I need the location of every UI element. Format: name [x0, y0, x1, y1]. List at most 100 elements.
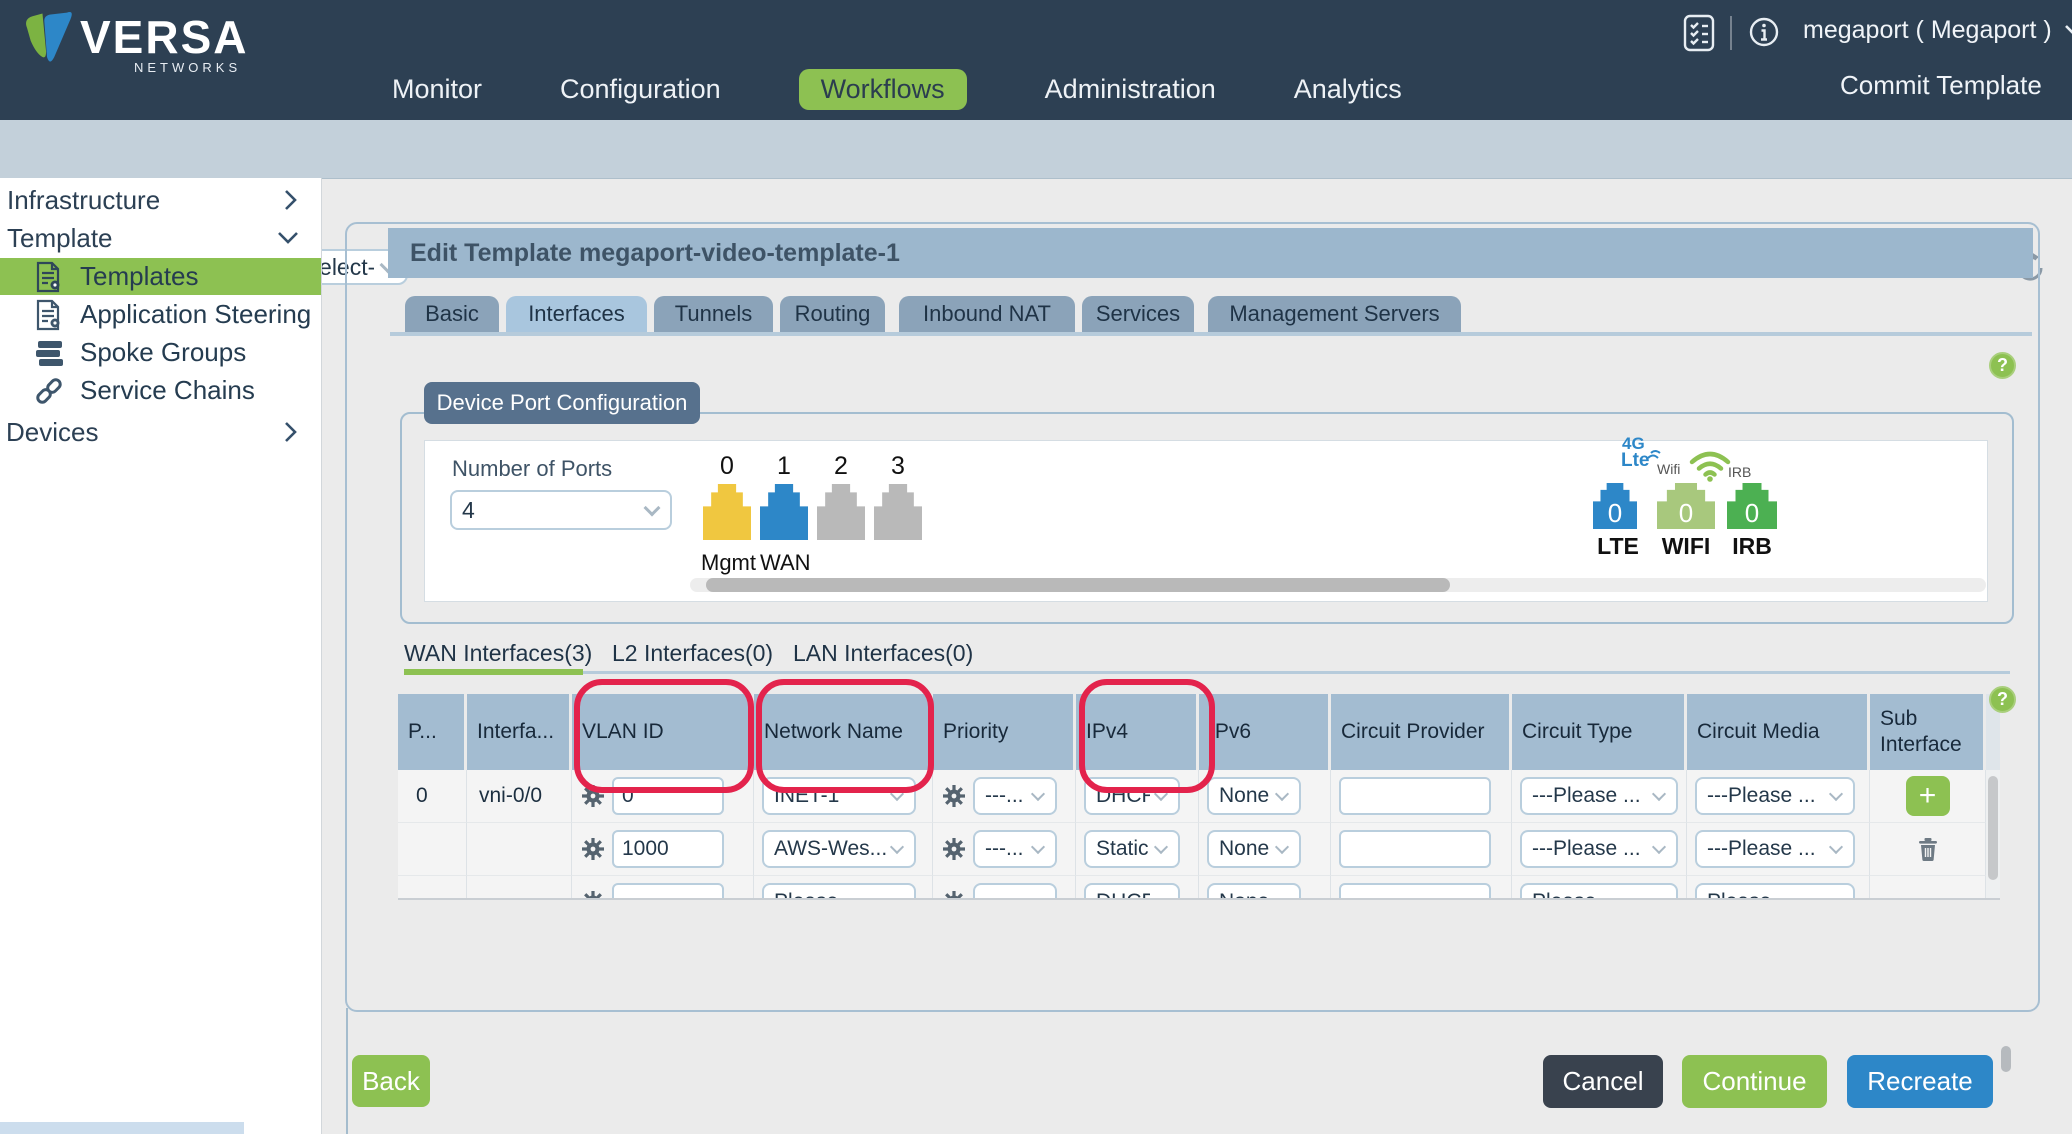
- network-name-select[interactable]: AWS-Wes...: [762, 830, 916, 868]
- tasks-icon[interactable]: [1683, 14, 1715, 52]
- tab-basic[interactable]: Basic: [405, 296, 499, 332]
- page-title: Edit Template megaport-video-template-1: [410, 239, 900, 268]
- cell-interface: vni-0/0: [467, 770, 572, 823]
- recreate-button[interactable]: Recreate: [1847, 1055, 1993, 1108]
- sidebar-group-infrastructure[interactable]: Infrastructure: [0, 182, 321, 218]
- circuit-media-select[interactable]: ---Please ...: [1695, 830, 1855, 868]
- info-icon[interactable]: [1748, 16, 1780, 48]
- nav-item-workflows[interactable]: Workflows: [799, 69, 967, 110]
- continue-button[interactable]: Continue: [1682, 1055, 1827, 1108]
- circuit-type-select[interactable]: ---Please ...: [1520, 830, 1678, 868]
- cell-network-name: AWS-Wes...: [754, 823, 933, 876]
- user-menu[interactable]: megaport ( Megaport ): [1803, 16, 2072, 45]
- gear-icon[interactable]: [580, 836, 606, 862]
- sidebar-item-templates[interactable]: Templates: [0, 258, 321, 295]
- cell-circuit-type: ---Please ...: [1512, 770, 1687, 823]
- template-doc-icon: [34, 261, 64, 293]
- ipv6-select[interactable]: None: [1207, 883, 1301, 900]
- help-icon[interactable]: ?: [1989, 352, 2016, 379]
- circuit-provider-input[interactable]: [1339, 777, 1491, 815]
- sidebar-group-template[interactable]: Template: [0, 220, 321, 256]
- delete-row-icon[interactable]: [1918, 837, 1938, 861]
- cell-circuit-media: ---Please ...: [1687, 823, 1870, 876]
- column-header: Interfa...: [467, 694, 572, 770]
- network-name-select[interactable]: Please...: [762, 883, 916, 900]
- chevron-down-icon: [1652, 893, 1666, 900]
- chevron-down-icon: [1829, 787, 1843, 801]
- cell-port: [398, 876, 467, 900]
- ipv4-select[interactable]: DHCP: [1084, 883, 1180, 900]
- cell-ipv4: DHCP: [1076, 876, 1199, 900]
- circuit-provider-input[interactable]: [1339, 883, 1491, 900]
- table-row: Please... ---... DHCP N: [398, 876, 2000, 900]
- cancel-button[interactable]: Cancel: [1543, 1055, 1663, 1108]
- tab-management-servers[interactable]: Management Servers: [1208, 296, 1461, 332]
- cell-circuit-media: Please...: [1687, 876, 1870, 900]
- ipv6-select[interactable]: None: [1207, 777, 1301, 815]
- chevron-down-icon: [644, 500, 661, 517]
- circuit-provider-input[interactable]: [1339, 830, 1491, 868]
- ipv4-select[interactable]: Static: [1084, 830, 1180, 868]
- cell-priority: ---...: [933, 823, 1076, 876]
- commit-template-button[interactable]: Commit Template: [1840, 70, 2042, 101]
- chevron-down-icon: [1154, 840, 1168, 854]
- sidebar-item-service-chains[interactable]: Service Chains: [0, 372, 321, 409]
- tabs-underline: [390, 332, 2032, 336]
- tab-lan-interfaces[interactable]: LAN Interfaces(0): [793, 640, 973, 667]
- chevron-down-icon: [890, 893, 904, 900]
- port-number: 0: [703, 452, 751, 481]
- cell-ipv6: None: [1199, 770, 1331, 823]
- port-label: WAN: [760, 550, 811, 576]
- chain-link-icon: [34, 376, 64, 406]
- tab-l2-interfaces[interactable]: L2 Interfaces(0): [612, 640, 773, 667]
- circuit-media-select[interactable]: Please...: [1695, 883, 1855, 900]
- page-scrollbar-thumb[interactable]: [2001, 1046, 2011, 1072]
- column-header: P...: [398, 694, 467, 770]
- stack-icon: [34, 338, 64, 368]
- chevron-down-icon: [1652, 787, 1666, 801]
- circuit-media-select[interactable]: ---Please ...: [1695, 777, 1855, 815]
- gear-icon[interactable]: [580, 889, 606, 900]
- tab-wan-interfaces[interactable]: WAN Interfaces(3): [404, 640, 592, 667]
- gear-icon[interactable]: [941, 836, 967, 862]
- cell-vlan-id: [572, 876, 754, 900]
- nav-item-configuration[interactable]: Configuration: [560, 74, 721, 105]
- sidebar-item-application-steering[interactable]: Application Steering: [0, 296, 321, 333]
- port-number: 2: [817, 452, 865, 481]
- gear-icon[interactable]: [941, 889, 967, 900]
- vlan-id-input[interactable]: [612, 830, 724, 868]
- brand-subtitle: NETWORKS: [134, 60, 241, 75]
- nav-item-analytics[interactable]: Analytics: [1294, 74, 1402, 105]
- cell-vlan-id: [572, 823, 754, 876]
- wifi-tag: Wifi: [1657, 461, 1680, 477]
- nav-item-monitor[interactable]: Monitor: [392, 74, 482, 105]
- ipv6-select[interactable]: None: [1207, 830, 1301, 868]
- circuit-type-select[interactable]: Please...: [1520, 883, 1678, 900]
- panel-title-bar: Edit Template megaport-video-template-1: [388, 228, 2033, 278]
- cell-ipv4: Static: [1076, 823, 1199, 876]
- tab-services[interactable]: Services: [1082, 296, 1194, 332]
- sidebar-group-devices[interactable]: Devices: [0, 414, 321, 450]
- priority-select[interactable]: ---...: [973, 830, 1057, 868]
- priority-select[interactable]: ---...: [973, 883, 1057, 900]
- nav-item-administration[interactable]: Administration: [1045, 74, 1216, 105]
- tab-routing[interactable]: Routing: [780, 296, 885, 332]
- vlan-id-input[interactable]: [612, 883, 724, 900]
- versa-logo-icon: [18, 6, 76, 70]
- tab-interfaces[interactable]: Interfaces: [506, 296, 647, 332]
- gear-icon[interactable]: [941, 783, 967, 809]
- circuit-type-select[interactable]: ---Please ...: [1520, 777, 1678, 815]
- number-of-ports-select[interactable]: 4: [450, 490, 672, 530]
- table-vscrollbar-thumb[interactable]: [1988, 776, 1998, 880]
- main-nav: Monitor Configuration Workflows Administ…: [392, 66, 1402, 112]
- chevron-down-icon: [1275, 840, 1289, 854]
- tab-tunnels[interactable]: Tunnels: [654, 296, 773, 332]
- add-sub-interface-button[interactable]: +: [1906, 776, 1950, 816]
- ports-hscrollbar-thumb[interactable]: [706, 578, 1450, 592]
- panel-left-edge-line: [346, 1008, 348, 1134]
- priority-select[interactable]: ---...: [973, 777, 1057, 815]
- back-button[interactable]: Back: [352, 1055, 430, 1107]
- help-icon[interactable]: ?: [1989, 686, 2016, 713]
- tab-inbound-nat[interactable]: Inbound NAT: [899, 296, 1075, 332]
- sidebar-item-spoke-groups[interactable]: Spoke Groups: [0, 334, 321, 371]
